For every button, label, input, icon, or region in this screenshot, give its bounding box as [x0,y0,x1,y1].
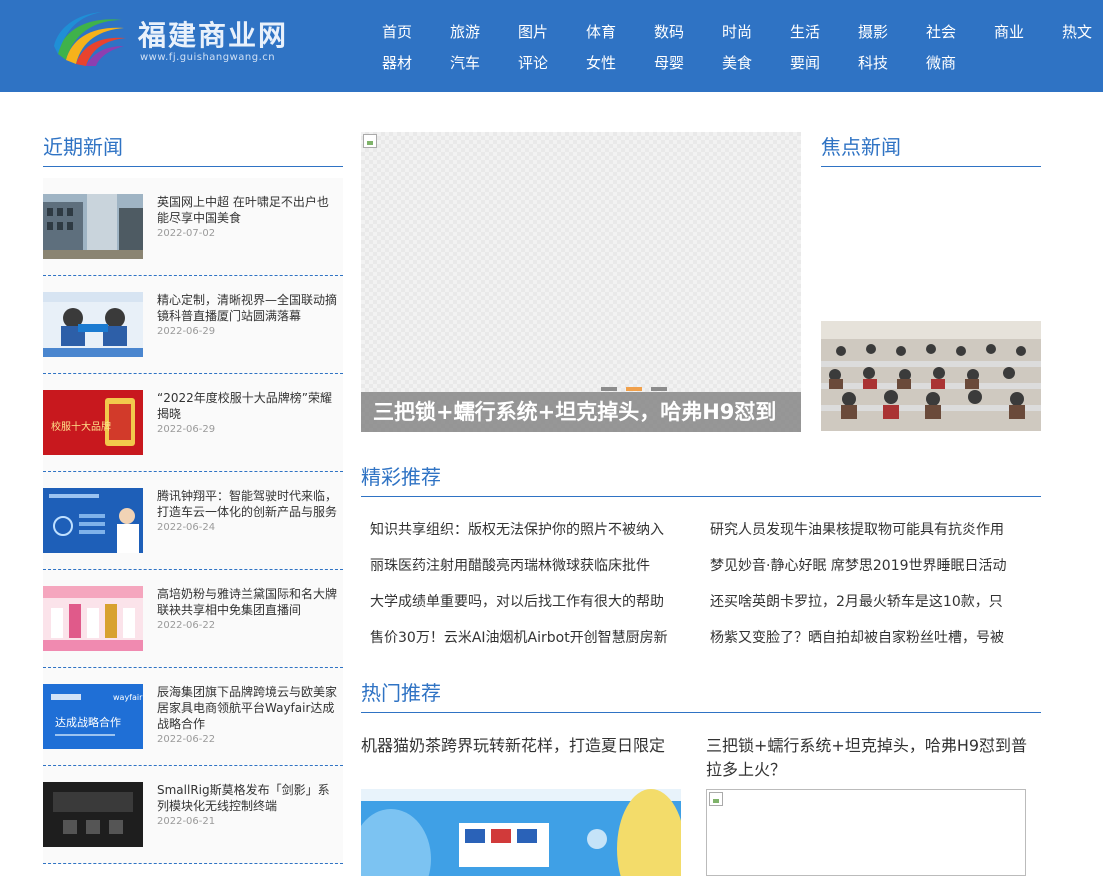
nav-item-business[interactable]: 商业 [994,21,1024,42]
nav-item-hot[interactable]: 热文 [1062,21,1092,42]
nav-item-travel[interactable]: 旅游 [450,21,480,42]
news-thumbnail[interactable] [43,194,143,259]
news-date: 2022-06-29 [157,424,216,435]
recommend-title: 精彩推荐 [361,461,1041,497]
slider-caption[interactable]: 三把锁+蠕行系统+坦克掉头，哈弗H9怼到 [361,392,801,432]
nav-item-women[interactable]: 女性 [586,52,616,73]
news-title-link[interactable]: SmallRig斯莫格发布「剑影」系列模块化无线控制终端 [157,783,330,813]
nav-item-auto[interactable]: 汽车 [450,52,480,73]
recommend-link[interactable]: 知识共享组织：版权无法保护你的照片不被纳入 [370,519,670,539]
thumb-brand: wayfair [113,693,143,702]
logo-url: www.fj.guishangwang.cn [140,52,276,63]
focus-news-title: 焦点新闻 [821,131,1041,167]
site-logo[interactable]: 福建商业网 www.fj.guishangwang.cn [52,8,302,68]
nav-item-pictures[interactable]: 图片 [518,21,548,42]
news-thumbnail[interactable] [43,292,143,357]
slider-dot-active[interactable] [626,387,642,391]
nav-item-fashion[interactable]: 时尚 [722,21,752,42]
nav-item-tech[interactable]: 科技 [858,52,888,73]
news-title-link[interactable]: 高培奶粉与雅诗兰黛国际和名大牌联袂共享相中免集团直播间 [157,587,337,617]
hot-title: 热门推荐 [361,677,1041,713]
list-item[interactable]: wayfair 达成战略合作 辰海集团旗下品牌跨境云与欧美家居家具电商领航平台W… [43,668,343,766]
news-title-link[interactable]: 英国网上中超 在叶啸足不出户也能尽享中国美食 [157,195,329,225]
list-item[interactable]: 精心定制，清晰视界—全国联动摘镜科普直播厦门站圆满落幕 2022-06-29 [43,276,343,374]
news-date: 2022-06-21 [157,816,216,827]
nav-item-life[interactable]: 生活 [790,21,820,42]
image-slider[interactable]: 三把锁+蠕行系统+坦克掉头，哈弗H9怼到 [361,132,801,432]
site-header: 福建商业网 www.fj.guishangwang.cn 首页 旅游 图片 体育… [0,0,1103,92]
news-thumbnail[interactable] [43,782,143,847]
news-date: 2022-06-22 [157,620,216,631]
recommend-link[interactable]: 丽珠医药注射用醋酸亮丙瑞林微球获临床批件 [370,555,670,575]
logo-title: 福建商业网 [138,19,289,52]
recommend-link[interactable]: 梦见妙音·静心好眠 席梦思2019世界睡眠日活动 [710,555,1010,575]
news-thumbnail[interactable]: wayfair 达成战略合作 [43,684,143,749]
recommend-link[interactable]: 研究人员发现牛油果核提取物可能具有抗炎作用 [710,519,1010,539]
news-date: 2022-06-29 [157,326,216,337]
nav-item-comment[interactable]: 评论 [518,52,548,73]
list-item[interactable]: 高培奶粉与雅诗兰黛国际和名大牌联袂共享相中免集团直播间 2022-06-22 [43,570,343,668]
slider-dot[interactable] [651,387,667,391]
news-title-link[interactable]: 腾讯钟翔平：智能驾驶时代来临，打造车云一体化的创新产品与服务 [157,489,337,519]
thumb-caption: 达成战略合作 [55,715,121,729]
list-item[interactable]: 校服十大品牌 “2022年度校服十大品牌榜”荣耀揭晓 2022-06-29 [43,374,343,472]
nav-item-sports[interactable]: 体育 [586,21,616,42]
news-title-link[interactable]: 精心定制，清晰视界—全国联动摘镜科普直播厦门站圆满落幕 [157,293,337,323]
nav-item-equipment[interactable]: 器材 [382,52,412,73]
recent-news-title: 近期新闻 [43,131,343,167]
slider-dot[interactable] [601,387,617,391]
news-date: 2022-06-22 [157,734,216,745]
thumb-caption: 校服十大品牌 [51,420,111,433]
logo-swoosh-icon [54,12,126,66]
news-title-link[interactable]: “2022年度校服十大品牌榜”荣耀揭晓 [157,391,332,421]
list-item[interactable]: SmallRig斯莫格发布「剑影」系列模块化无线控制终端 2022-06-21 [43,766,343,864]
hot-item-title[interactable]: 三把锁+蠕行系统+坦克掉头，哈弗H9怼到普拉多上火？ [706,734,1041,782]
nav-item-society[interactable]: 社会 [926,21,956,42]
nav-item-wechat-business[interactable]: 微商 [926,52,956,73]
news-thumbnail[interactable] [43,586,143,651]
news-title-link[interactable]: 辰海集团旗下品牌跨境云与欧美家居家具电商领航平台Wayfair达成战略合作 [157,685,337,731]
nav-item-photography[interactable]: 摄影 [858,21,888,42]
broken-image-icon [709,792,723,806]
list-item[interactable]: 腾讯钟翔平：智能驾驶时代来临，打造车云一体化的创新产品与服务 2022-06-2… [43,472,343,570]
nav-item-digital[interactable]: 数码 [654,21,684,42]
nav-item-baby[interactable]: 母婴 [654,52,684,73]
nav-item-food[interactable]: 美食 [722,52,752,73]
broken-image-icon [363,134,377,148]
list-item[interactable]: 英国网上中超 在叶啸足不出户也能尽享中国美食 2022-07-02 [43,178,343,276]
nav-item-home[interactable]: 首页 [382,21,412,42]
nav-item-headlines[interactable]: 要闻 [790,52,820,73]
hot-item-image[interactable] [361,789,681,876]
news-thumbnail[interactable]: 校服十大品牌 [43,390,143,455]
news-date: 2022-06-24 [157,522,216,533]
recommend-link[interactable]: 杨紫又变脸了？晒自拍却被自家粉丝吐槽，号被 [710,627,1010,647]
hot-item-title[interactable]: 机器猫奶茶跨界玩转新花样，打造夏日限定 [361,734,691,758]
recent-news-list: 英国网上中超 在叶啸足不出户也能尽享中国美食 2022-07-02 精心定制，清… [43,178,343,864]
focus-news-image[interactable] [821,321,1041,431]
hot-item-image[interactable] [706,789,1026,876]
recommend-link[interactable]: 售价30万！云米AI油烟机Airbot开创智慧厨房新 [370,627,670,647]
news-date: 2022-07-02 [157,228,216,239]
recommend-link[interactable]: 大学成绩单重要吗，对以后找工作有很大的帮助 [370,591,670,611]
recommend-link[interactable]: 还买啥英朗卡罗拉，2月最火轿车是这10款，只 [710,591,1010,611]
news-thumbnail[interactable] [43,488,143,553]
